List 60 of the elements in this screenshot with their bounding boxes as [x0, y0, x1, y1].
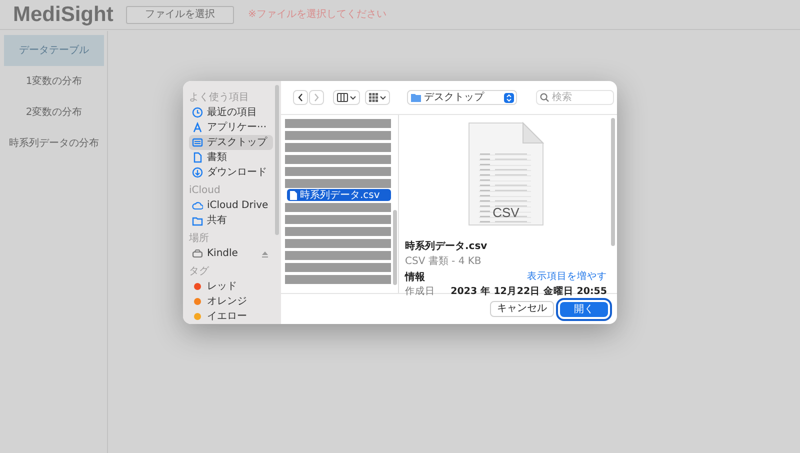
compass-icon: [192, 122, 203, 133]
field-value: 2023 年 12月22日 金曜日 20:55: [450, 285, 607, 299]
sidebar-item[interactable]: 書類: [189, 150, 273, 165]
file-select-button[interactable]: ファイルを選択: [126, 6, 234, 24]
scrollbar[interactable]: [611, 118, 615, 246]
document-icon: [192, 152, 203, 163]
cancel-button[interactable]: キャンセル: [490, 301, 554, 317]
open-button[interactable]: 開く: [560, 302, 608, 316]
clock-icon: [192, 107, 203, 118]
sidebar-item[interactable]: ダウンロード: [189, 165, 273, 180]
sidebar-item[interactable]: デスクトップ: [189, 135, 273, 150]
group-button[interactable]: [365, 90, 390, 105]
forward-icon: [313, 93, 320, 102]
section-heading: よく使う項目: [189, 91, 250, 105]
section-heading: 情報: [405, 270, 425, 285]
sidebar-item[interactable]: iCloud Drive: [189, 198, 273, 213]
sidebar-item[interactable]: オレンジ: [189, 294, 273, 309]
file-name: 時系列データ.csv: [405, 240, 488, 254]
folder-icon: [411, 93, 421, 102]
download-icon: [192, 167, 203, 178]
sidebar-item[interactable]: イエロー: [189, 309, 273, 324]
file-row[interactable]: 時系列データ.csv: [287, 189, 391, 201]
back-button[interactable]: [293, 90, 308, 105]
section-heading: タグ: [189, 265, 210, 279]
location-dropdown[interactable]: デスクトップ: [407, 90, 517, 105]
sidebar-item[interactable]: アプリケー···: [189, 120, 273, 135]
desktop-icon: [192, 137, 203, 148]
cloud-icon: [192, 200, 203, 211]
sidebar-item[interactable]: 共有: [189, 213, 273, 228]
sidebar-item[interactable]: 1変数の分布: [4, 66, 104, 97]
sidebar-item[interactable]: Kindle: [189, 246, 273, 261]
scrollbar[interactable]: [275, 85, 279, 235]
field-label: 作成日: [405, 285, 435, 299]
tag-dot: [192, 296, 203, 307]
search-field[interactable]: 検索: [536, 90, 614, 105]
drive-icon: [192, 248, 203, 259]
sidebar-item[interactable]: 最近の項目: [189, 105, 273, 120]
sidebar-item[interactable]: 時系列データの分布: [4, 128, 104, 159]
sidebar-item[interactable]: 2変数の分布: [4, 97, 104, 128]
stepper-icon: [504, 93, 514, 103]
eject-icon[interactable]: [261, 250, 269, 258]
app-title: MediSight: [13, 2, 114, 28]
columns-icon: [337, 93, 348, 102]
warning-text: ※ファイルを選択してください: [248, 8, 386, 22]
document-icon: [290, 190, 297, 200]
csv-file-icon: [468, 122, 544, 226]
view-button[interactable]: [333, 90, 360, 105]
folder-icon: [192, 215, 203, 226]
sidebar-item[interactable]: レッド: [189, 279, 273, 294]
tag-dot: [192, 281, 203, 292]
grid-icon: [369, 93, 378, 102]
show-more-link[interactable]: 表示項目を増やす: [527, 270, 607, 285]
caret-icon: [380, 96, 386, 100]
back-icon: [297, 93, 304, 102]
tag-dot: [192, 311, 203, 322]
section-heading: 場所: [189, 232, 210, 246]
section-heading: iCloud: [189, 184, 222, 198]
caret-icon: [350, 96, 356, 100]
file-details: CSV 書類 - 4 KB: [405, 254, 482, 269]
icon-label: CSV: [492, 205, 520, 220]
